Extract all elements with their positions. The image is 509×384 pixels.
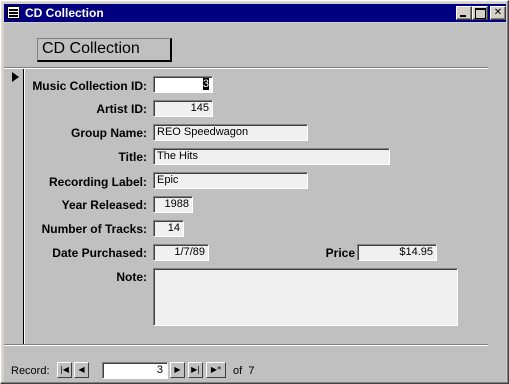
form-heading: CD Collection xyxy=(37,38,172,62)
cd-collection-window: CD Collection ✕ CD Collection Music Coll… xyxy=(0,0,509,384)
window-title: CD Collection xyxy=(25,6,104,20)
next-record-icon: ▶ xyxy=(174,365,181,374)
music-collection-id-value: 3 xyxy=(202,78,209,90)
note-field[interactable] xyxy=(153,268,458,326)
first-record-button[interactable]: |◀ xyxy=(57,362,72,378)
artist-id-label: Artist ID: xyxy=(96,102,147,116)
form-body: CD Collection Music Collection ID: Artis… xyxy=(4,23,506,382)
total-records: 7 xyxy=(248,365,255,377)
new-record-icon: ▶* xyxy=(210,365,222,374)
music-collection-id-label: Music Collection ID: xyxy=(32,79,147,93)
first-record-icon: |◀ xyxy=(60,365,69,374)
group-name-field[interactable]: REO Speedwagon xyxy=(153,124,308,141)
of-text: of xyxy=(233,365,243,377)
year-released-field[interactable]: 1988 xyxy=(153,196,193,213)
recording-label-field[interactable]: Epic xyxy=(153,172,308,189)
current-record-input[interactable]: 3 xyxy=(102,362,168,379)
note-label: Note: xyxy=(116,270,147,284)
date-purchased-field[interactable]: 1/7/89 xyxy=(153,244,209,261)
minimize-button[interactable] xyxy=(456,6,472,20)
group-name-label: Group Name: xyxy=(70,126,147,140)
title-label: Title: xyxy=(118,150,147,164)
form-icon[interactable] xyxy=(7,6,20,19)
previous-record-button[interactable]: ◀ xyxy=(74,362,89,378)
header-divider xyxy=(4,67,488,69)
maximize-button[interactable] xyxy=(472,6,488,20)
number-of-tracks-label: Number of Tracks: xyxy=(41,222,147,236)
previous-record-icon: ◀ xyxy=(78,365,85,374)
music-collection-id-field[interactable]: 3 xyxy=(153,76,213,93)
record-navigation-bar: Record: |◀ ◀ 3 ▶ ▶| ▶* of 7 xyxy=(4,361,506,382)
close-button[interactable]: ✕ xyxy=(490,6,506,20)
last-record-icon: ▶| xyxy=(191,365,200,374)
last-record-button[interactable]: ▶| xyxy=(188,362,203,378)
price-field[interactable]: $14.95 xyxy=(357,244,437,261)
footer-divider xyxy=(4,344,488,346)
year-released-label: Year Released: xyxy=(61,198,147,212)
title-bar[interactable]: CD Collection ✕ xyxy=(4,4,506,22)
number-of-tracks-field[interactable]: 14 xyxy=(153,220,184,237)
price-label: Price xyxy=(325,246,355,260)
date-purchased-label: Date Purchased: xyxy=(52,246,147,260)
record-count: of 7 xyxy=(233,365,254,377)
new-record-button[interactable]: ▶* xyxy=(206,362,226,378)
current-record-arrow-icon xyxy=(12,72,19,82)
next-record-button[interactable]: ▶ xyxy=(170,362,185,378)
artist-id-field[interactable]: 145 xyxy=(153,100,213,117)
title-field[interactable]: The Hits xyxy=(153,148,390,165)
record-selector[interactable] xyxy=(4,69,24,345)
record-label: Record: xyxy=(11,365,50,377)
recording-label-label: Recording Label: xyxy=(48,175,147,189)
